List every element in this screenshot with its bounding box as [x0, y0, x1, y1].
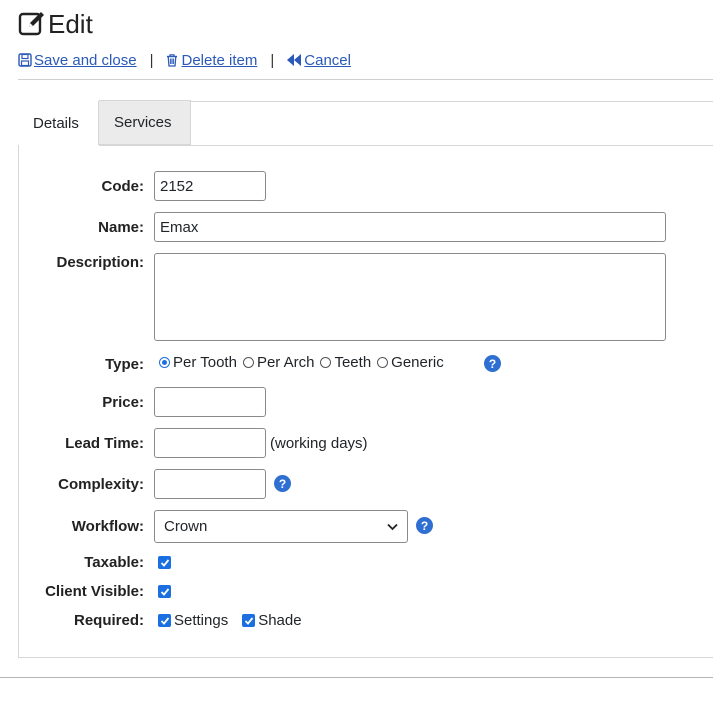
type-help-icon[interactable]: ?	[484, 355, 501, 372]
check-icon	[160, 587, 169, 596]
lead-time-unit: (working days)	[270, 435, 368, 452]
name-value: Emax	[160, 218, 199, 236]
page-title: Edit	[18, 6, 93, 42]
type-radio-per-arch[interactable]: Per Arch	[242, 354, 315, 371]
separator: |	[149, 51, 154, 69]
client-visible-checkbox[interactable]	[158, 585, 171, 598]
action-bar: Save and close | Delete item | Cancel	[18, 50, 351, 70]
name-field[interactable]: Emax	[154, 212, 666, 242]
description-field[interactable]	[154, 253, 666, 341]
lead-time-field[interactable]	[154, 428, 266, 458]
svg-text:?: ?	[421, 519, 428, 533]
svg-text:?: ?	[489, 357, 496, 371]
tab-label: Details	[33, 114, 79, 132]
radio-label: Teeth	[334, 354, 372, 371]
workflow-help-icon[interactable]: ?	[416, 517, 433, 534]
check-icon	[160, 558, 169, 567]
workflow-label: Workflow:	[71, 518, 144, 535]
settings-checkbox[interactable]	[158, 614, 171, 627]
radio-selected	[159, 357, 170, 368]
radio-label: Per Arch	[256, 354, 315, 371]
taxable-checkbox[interactable]	[158, 556, 171, 569]
required-label: Required:	[73, 612, 144, 629]
footer-divider	[0, 677, 713, 678]
tab-label: Services	[114, 114, 172, 131]
required-shade[interactable]: Shade	[242, 612, 302, 629]
price-field[interactable]	[154, 387, 266, 417]
radio-unselected	[242, 357, 254, 368]
workflow-select[interactable]: Crown	[154, 510, 408, 543]
radio-unselected	[320, 357, 332, 368]
edit-icon	[18, 12, 44, 36]
check-icon	[244, 616, 253, 625]
complexity-field[interactable]	[154, 469, 266, 499]
shade-checkbox[interactable]	[242, 614, 256, 627]
type-radio-teeth[interactable]: Teeth	[320, 354, 371, 371]
cancel-label: Cancel	[304, 51, 351, 69]
tab-details[interactable]: Details	[18, 101, 99, 145]
chevron-down-icon	[387, 523, 398, 530]
check-icon	[160, 616, 169, 625]
radio-unselected	[377, 357, 389, 368]
workflow-value: Crown	[164, 518, 208, 535]
name-label: Name:	[98, 219, 144, 236]
type-radio-group: Per Tooth Per Arch Teeth Generic	[159, 354, 450, 371]
page-title-text: Edit	[48, 8, 93, 39]
radio-label: Generic	[391, 354, 444, 371]
backward-icon	[287, 54, 302, 66]
required-settings[interactable]: Settings	[158, 612, 228, 629]
delete-item-label: Delete item	[181, 51, 258, 69]
type-label: Type:	[105, 356, 144, 373]
checkbox-label: Settings	[174, 612, 229, 629]
separator: |	[270, 51, 275, 69]
code-value: 2152	[160, 177, 194, 195]
complexity-label: Complexity:	[58, 476, 144, 493]
code-label: Code:	[101, 178, 145, 195]
type-radio-generic[interactable]: Generic	[377, 354, 444, 371]
price-label: Price:	[102, 394, 144, 411]
tab-services[interactable]: Services	[99, 100, 191, 145]
save-and-close-link[interactable]: Save and close	[18, 52, 137, 69]
tab-divider	[99, 145, 713, 146]
radio-label: Per Tooth	[173, 354, 237, 371]
checkbox-label: Shade	[258, 612, 302, 629]
complexity-help-icon[interactable]: ?	[274, 475, 291, 492]
required-options: Settings Shade	[158, 612, 316, 629]
taxable-label: Taxable:	[84, 554, 144, 571]
code-field[interactable]: 2152	[154, 171, 266, 201]
description-label: Description:	[56, 254, 144, 271]
svg-text:?: ?	[279, 477, 286, 491]
divider	[18, 79, 713, 80]
trash-icon	[167, 54, 178, 67]
save-and-close-label: Save and close	[34, 51, 137, 69]
cancel-link[interactable]: Cancel	[286, 52, 351, 69]
save-icon	[18, 53, 32, 67]
lead-time-label: Lead Time:	[65, 435, 144, 452]
tab-bar: Details Services	[18, 100, 191, 146]
client-visible-label: Client Visible:	[45, 583, 144, 600]
delete-item-link[interactable]: Delete item	[165, 52, 257, 69]
type-radio-per-tooth[interactable]: Per Tooth	[159, 354, 237, 371]
